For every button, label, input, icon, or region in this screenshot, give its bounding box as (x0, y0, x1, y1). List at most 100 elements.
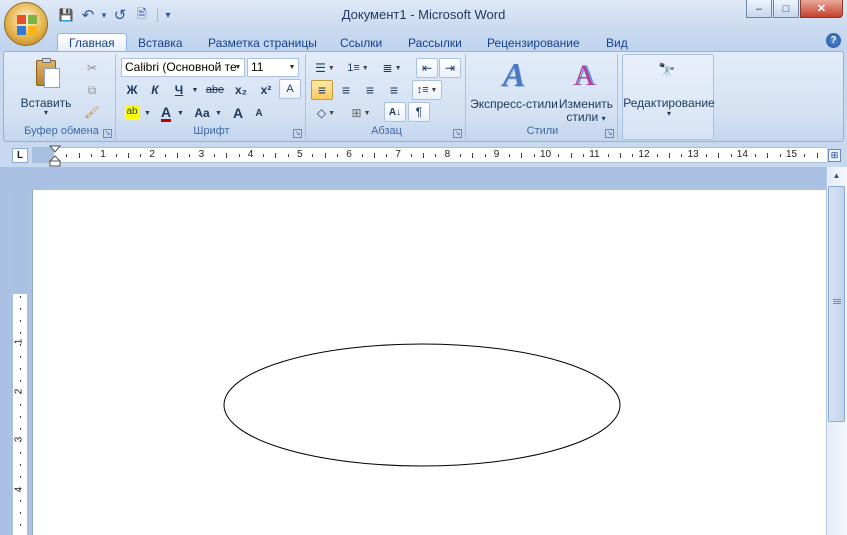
increase-indent-button[interactable]: ⇥ (439, 58, 461, 78)
paste-icon[interactable] (32, 58, 62, 92)
shading-icon: ◇ (316, 106, 327, 120)
highlight-dropdown-icon[interactable]: ▼ (143, 103, 152, 123)
ruler-number: 14 (736, 149, 748, 160)
vertical-ruler-number: 4 (13, 486, 25, 493)
font-color-icon: A (160, 103, 172, 122)
decrease-indent-button[interactable]: ⇤ (416, 58, 438, 78)
superscript-button[interactable]: x² (254, 80, 278, 100)
window-controls: – □ ✕ (746, 0, 843, 19)
sort-button[interactable]: A↓ (384, 102, 406, 122)
multilevel-list-button[interactable]: ≣ ▼ (378, 58, 406, 78)
tab-mailings[interactable]: Рассылки (408, 33, 462, 52)
vertical-ruler-tick (20, 344, 21, 346)
paragraph-group: ☰▼ 1≡▼ ≣▼ ⇤ ⇥ ≡ ≡ ≡ ≡ ↕≡▼ ◇▼ ⊞▼ A↓ (308, 54, 466, 140)
ruler-tick (115, 154, 117, 157)
bold-button[interactable]: Ж (121, 80, 143, 100)
line-spacing-button[interactable]: ↕≡ ▼ (412, 80, 442, 100)
highlight-button[interactable]: ab (121, 103, 143, 123)
ruler-tick (755, 154, 757, 157)
vertical-ruler-tick (20, 428, 21, 430)
clear-formatting-button[interactable]: A (279, 79, 301, 99)
vertical-ruler-tick (20, 404, 21, 406)
italic-button[interactable]: К (144, 80, 166, 100)
ruler-tick (189, 154, 191, 157)
tab-insert[interactable]: Вставка (138, 33, 183, 52)
editing-button[interactable]: Редактирование (623, 96, 715, 110)
ruler-tick (324, 153, 326, 158)
tab-view[interactable]: Вид (606, 33, 628, 52)
ruler-tick (669, 153, 670, 158)
bullets-button[interactable]: ☰ ▼ (311, 58, 339, 78)
vertical-ruler-tick (20, 476, 21, 478)
tab-review[interactable]: Рецензирование (487, 33, 580, 52)
tab-references[interactable]: Ссылки (340, 33, 382, 52)
copy-icon[interactable]: ⧉ (82, 80, 102, 100)
tab-home[interactable]: Главная (57, 33, 127, 52)
change-case-dropdown-icon[interactable]: ▼ (214, 103, 223, 123)
align-right-button[interactable]: ≡ (359, 80, 381, 100)
editing-dropdown-icon[interactable]: ▾ (623, 109, 715, 118)
grow-font-button[interactable]: A (228, 103, 248, 123)
change-styles-label-2: стили ▾ (558, 110, 614, 124)
ruler-tick (558, 154, 560, 157)
show-marks-button[interactable]: ¶ (408, 102, 430, 122)
highlight-icon: ab (125, 106, 139, 120)
borders-button[interactable]: ⊞ ▼ (346, 103, 376, 123)
vertical-ruler-tick (20, 500, 21, 502)
tab-stop-selector[interactable]: L (12, 148, 28, 163)
justify-button[interactable]: ≡ (383, 80, 405, 100)
numbering-button[interactable]: 1≡ ▼ (343, 58, 373, 78)
align-center-button[interactable]: ≡ (335, 80, 357, 100)
ruler-tick (533, 154, 535, 157)
tab-page-layout[interactable]: Разметка страницы (208, 33, 317, 52)
ruler-number: 7 (395, 149, 401, 160)
quick-styles-icon[interactable]: A (496, 58, 532, 94)
ruler-tick (509, 154, 511, 157)
change-styles-dropdown-icon[interactable]: ▾ (602, 114, 606, 123)
underline-dropdown-icon[interactable]: ▼ (190, 80, 200, 100)
close-button[interactable]: ✕ (800, 0, 843, 18)
horizontal-ruler[interactable]: 1 2 3 4 5 6 7 8 9 10 11 12 13 14 15 (32, 147, 827, 163)
indent-marker-icon[interactable] (49, 145, 61, 167)
office-logo-icon (17, 15, 37, 35)
minimize-button[interactable]: – (746, 0, 772, 18)
subscript-button[interactable]: x₂ (229, 80, 253, 100)
ellipse-shape[interactable] (222, 342, 622, 468)
font-size-combo[interactable]: 11 ▼ (247, 58, 299, 77)
ruler-tick (164, 154, 166, 157)
shrink-font-button[interactable]: A (249, 103, 269, 123)
shading-button[interactable]: ◇ ▼ (311, 103, 341, 123)
paste-dropdown-icon[interactable]: ▾ (16, 108, 76, 117)
format-painter-icon[interactable]: 🖌 (82, 102, 102, 122)
font-launcher-icon[interactable]: ↘ (293, 129, 302, 138)
font-color-button[interactable]: A (156, 103, 176, 123)
vertical-ruler-tick (20, 464, 21, 466)
view-ruler-toggle-icon[interactable]: ⊞ (828, 149, 841, 162)
change-styles-icon[interactable]: A (566, 58, 602, 94)
underline-button[interactable]: Ч (168, 80, 190, 100)
styles-launcher-icon[interactable]: ↘ (605, 129, 614, 138)
scroll-up-icon[interactable]: ▲ (828, 168, 845, 183)
vertical-ruler-tick (20, 332, 21, 334)
clipboard-launcher-icon[interactable]: ↘ (103, 129, 112, 138)
cut-icon[interactable]: ✂ (82, 58, 102, 78)
ruler-tick (373, 153, 375, 158)
ruler-tick (263, 154, 265, 157)
editing-group[interactable]: 🔭 Редактирование ▾ (622, 54, 715, 140)
maximize-button[interactable]: □ (773, 0, 799, 18)
scrollbar-thumb[interactable] (828, 186, 845, 422)
align-left-button[interactable]: ≡ (311, 80, 333, 100)
strikethrough-button[interactable]: abe (202, 80, 228, 100)
vertical-ruler-tick (20, 488, 21, 490)
change-case-button[interactable]: Aa (190, 103, 214, 123)
chevron-down-icon[interactable]: ▼ (286, 59, 298, 76)
paragraph-launcher-icon[interactable]: ↘ (453, 129, 462, 138)
ruler-tick (423, 153, 424, 158)
font-name-combo[interactable]: Calibri (Основной те ▼ (121, 58, 245, 77)
font-color-dropdown-icon[interactable]: ▼ (176, 103, 185, 123)
change-styles-button[interactable]: Изменить (558, 97, 614, 111)
quick-styles-button[interactable]: Экспресс-стили (470, 97, 558, 111)
help-icon[interactable]: ? (826, 33, 841, 48)
chevron-down-icon[interactable]: ▼ (232, 59, 244, 76)
office-button[interactable] (4, 2, 48, 46)
